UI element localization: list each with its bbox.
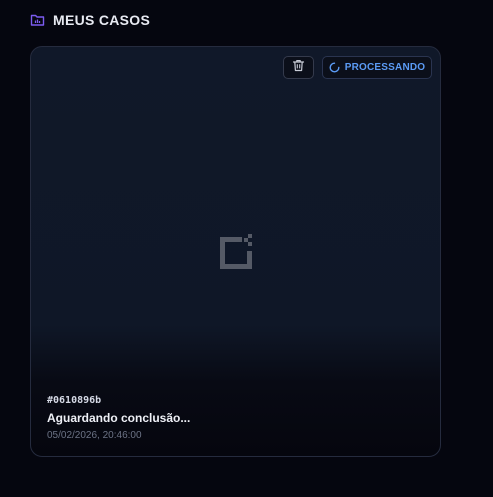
page-title: MEUS CASOS	[53, 12, 151, 28]
spinner-icon	[329, 62, 340, 73]
case-card[interactable]: PROCESSANDO #0610896b Aguardando conclus…	[30, 46, 441, 457]
folder-chart-icon	[30, 13, 45, 27]
status-label: PROCESSANDO	[344, 62, 426, 73]
trash-icon	[292, 59, 305, 77]
page: MEUS CASOS PROCESSANDO #0610896b Aguarda…	[0, 0, 493, 497]
delete-button[interactable]	[283, 56, 314, 79]
status-badge: PROCESSANDO	[322, 56, 432, 79]
case-id: #0610896b	[47, 395, 102, 406]
case-date: 05/02/2026, 20:46:00	[47, 430, 142, 441]
section-header: MEUS CASOS	[30, 10, 150, 30]
image-placeholder-icon	[220, 234, 255, 269]
case-title: Aguardando conclusão...	[47, 411, 191, 425]
